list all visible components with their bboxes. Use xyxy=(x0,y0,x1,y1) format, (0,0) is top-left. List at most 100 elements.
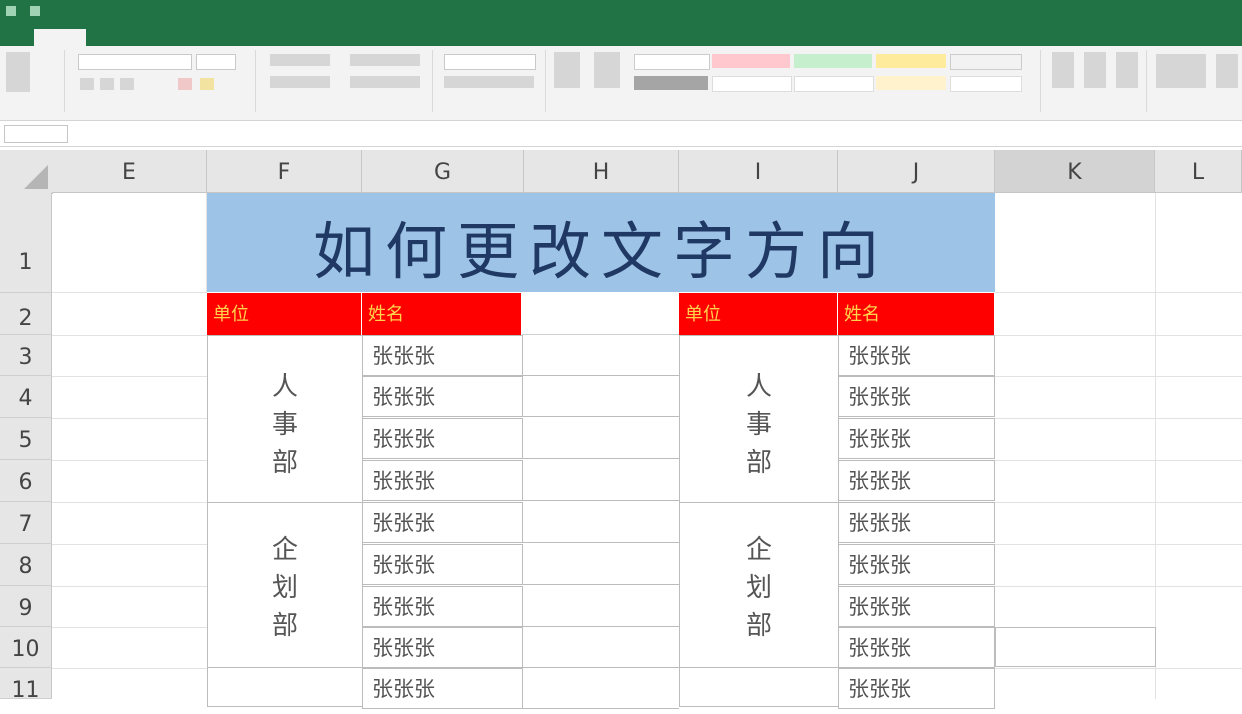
style-explanatory[interactable] xyxy=(712,76,792,92)
row-header-8[interactable]: 8 xyxy=(0,544,52,586)
row-header-1[interactable]: 1 xyxy=(0,193,52,293)
row-header-7[interactable]: 7 xyxy=(0,502,52,544)
left-header-name[interactable]: 姓名 xyxy=(362,293,522,335)
format-as-table-icon[interactable] xyxy=(594,52,620,88)
tab-formulas[interactable] xyxy=(176,29,188,46)
column-header-i[interactable]: I xyxy=(679,150,838,193)
align-horizontal-icons[interactable] xyxy=(270,76,330,88)
style-neutral[interactable] xyxy=(876,54,946,68)
empty-cell-h[interactable] xyxy=(523,544,679,585)
row-header-9[interactable]: 9 xyxy=(0,586,52,627)
fill-color-icon[interactable] xyxy=(178,78,192,90)
tab-tell-me[interactable] xyxy=(340,29,352,46)
column-header-h[interactable]: H xyxy=(524,150,679,193)
column-header-e[interactable]: E xyxy=(52,150,207,193)
style-normal[interactable] xyxy=(634,54,710,70)
italic-icon[interactable] xyxy=(100,78,114,90)
cell-k10-outline[interactable] xyxy=(995,627,1156,667)
right-name-cell[interactable]: 张张张 xyxy=(838,627,995,668)
undo-icon[interactable] xyxy=(30,6,40,16)
delete-cells-icon[interactable] xyxy=(1084,52,1106,88)
format-cells-icon[interactable] xyxy=(1116,52,1138,88)
align-top-icons[interactable] xyxy=(270,54,330,66)
right-name-cell[interactable]: 张张张 xyxy=(838,376,995,417)
name-box[interactable] xyxy=(4,125,68,143)
style-calculation[interactable] xyxy=(950,54,1022,70)
right-header-unit[interactable]: 单位 xyxy=(679,293,838,335)
style-linked-cell[interactable] xyxy=(876,76,946,90)
empty-cell-h[interactable] xyxy=(523,335,679,376)
left-name-cell[interactable]: 张张张 xyxy=(362,460,523,501)
column-header-l[interactable]: L xyxy=(1155,150,1242,193)
merge-center-button[interactable] xyxy=(350,76,420,88)
tab-file[interactable] xyxy=(0,29,12,46)
right-name-cell[interactable]: 张张张 xyxy=(838,586,995,627)
right-name-cell[interactable]: 张张张 xyxy=(838,668,995,709)
tab-insert[interactable] xyxy=(82,29,94,46)
style-check-cell[interactable] xyxy=(634,76,708,90)
left-unit-cell-hr[interactable]: 人 事 部 xyxy=(207,335,363,503)
empty-cell-h[interactable] xyxy=(523,376,679,417)
row-header-10[interactable]: 10 xyxy=(0,627,52,668)
row-header-3[interactable]: 3 xyxy=(0,335,52,376)
tab-data[interactable] xyxy=(214,29,226,46)
empty-cell-h[interactable] xyxy=(523,668,679,709)
column-header-k[interactable]: K xyxy=(995,150,1155,193)
editing-icons[interactable] xyxy=(1156,54,1206,88)
empty-cell-h[interactable] xyxy=(523,627,679,668)
tab-review[interactable] xyxy=(254,29,266,46)
right-name-cell[interactable]: 张张张 xyxy=(838,418,995,459)
paste-icon[interactable] xyxy=(6,52,30,92)
right-unit-cell-planning[interactable]: 企 划 部 xyxy=(679,502,839,668)
font-size-box[interactable] xyxy=(196,54,236,70)
number-format-icons[interactable] xyxy=(444,76,534,88)
left-name-cell[interactable]: 张张张 xyxy=(362,544,523,585)
font-color-icon[interactable] xyxy=(200,78,214,90)
left-name-cell[interactable]: 张张张 xyxy=(362,376,523,417)
left-name-cell[interactable]: 张张张 xyxy=(362,668,523,709)
right-name-cell[interactable]: 张张张 xyxy=(838,335,995,376)
left-unit-cell-next[interactable] xyxy=(207,667,363,707)
left-name-cell[interactable]: 张张张 xyxy=(362,502,523,543)
row-header-11[interactable]: 11 xyxy=(0,668,52,703)
left-name-cell[interactable]: 张张张 xyxy=(362,418,523,459)
tab-page-layout[interactable] xyxy=(120,29,132,46)
underline-icon[interactable] xyxy=(120,78,134,90)
right-unit-cell-hr[interactable]: 人 事 部 xyxy=(679,335,839,503)
insert-cells-icon[interactable] xyxy=(1052,52,1074,88)
column-header-g[interactable]: G xyxy=(362,150,524,193)
left-name-cell[interactable]: 张张张 xyxy=(362,586,523,627)
right-name-cell[interactable]: 张张张 xyxy=(838,544,995,585)
left-unit-cell-planning[interactable]: 企 划 部 xyxy=(207,502,363,668)
right-name-cell[interactable]: 张张张 xyxy=(838,460,995,501)
right-unit-cell-next[interactable] xyxy=(679,667,839,707)
style-bad[interactable] xyxy=(712,54,790,68)
row-header-5[interactable]: 5 xyxy=(0,418,52,460)
style-note[interactable] xyxy=(950,76,1022,92)
row-header-4[interactable]: 4 xyxy=(0,376,52,418)
sort-filter-icon[interactable] xyxy=(1216,54,1238,88)
bold-icon[interactable] xyxy=(80,78,94,90)
right-header-name[interactable]: 姓名 xyxy=(838,293,995,335)
left-name-cell[interactable]: 张张张 xyxy=(362,335,523,376)
empty-cell-h[interactable] xyxy=(523,418,679,459)
wrap-text-button[interactable] xyxy=(350,54,420,66)
row-header-6[interactable]: 6 xyxy=(0,460,52,502)
empty-cell-h[interactable] xyxy=(523,586,679,627)
number-format-box[interactable] xyxy=(444,54,536,70)
sheet-title-cell[interactable]: 如何更改文字方向 xyxy=(207,193,995,292)
tab-home[interactable] xyxy=(34,29,86,46)
conditional-format-icon[interactable] xyxy=(554,52,580,88)
column-header-j[interactable]: J xyxy=(838,150,995,193)
style-good[interactable] xyxy=(794,54,872,68)
save-icon[interactable] xyxy=(6,6,16,16)
empty-cell-h2[interactable] xyxy=(522,293,679,335)
right-name-cell[interactable]: 张张张 xyxy=(838,502,995,543)
left-header-unit[interactable]: 单位 xyxy=(207,293,362,335)
empty-cell-h[interactable] xyxy=(523,460,679,501)
style-input[interactable] xyxy=(794,76,874,92)
formula-input[interactable] xyxy=(90,125,170,141)
column-header-f[interactable]: F xyxy=(207,150,362,193)
row-header-2[interactable]: 2 xyxy=(0,293,52,335)
select-all-corner[interactable] xyxy=(0,150,53,194)
